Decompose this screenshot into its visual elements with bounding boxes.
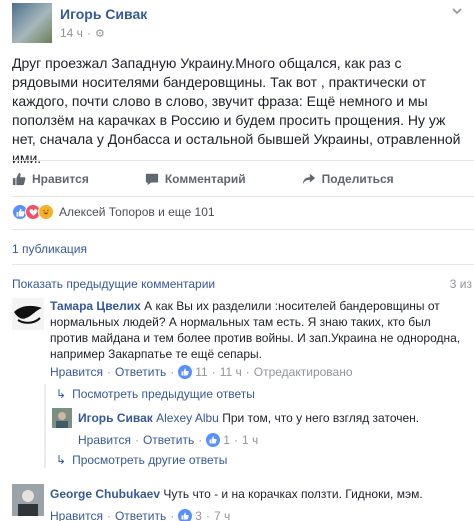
commenter-avatar[interactable] bbox=[12, 298, 44, 330]
publications-link[interactable]: 1 публикация bbox=[12, 242, 87, 256]
reply-time[interactable]: 1 ч bbox=[242, 432, 258, 448]
haha-reaction-icon bbox=[38, 204, 54, 220]
thumbs-up-icon bbox=[12, 172, 26, 186]
reply-likes-count: 1 bbox=[223, 433, 230, 447]
reply-reply-link[interactable]: Ответить bbox=[143, 432, 194, 448]
like-icon bbox=[206, 433, 221, 447]
share-button[interactable]: Поделиться bbox=[302, 172, 394, 186]
privacy-gear-icon[interactable]: ⚙ bbox=[95, 27, 105, 40]
comment-like-link[interactable]: Нравится bbox=[50, 364, 103, 380]
reply-like-link[interactable]: Нравится bbox=[78, 432, 131, 448]
reactions-summary[interactable]: Алексей Топоров и еще 101 bbox=[12, 204, 215, 220]
view-previous-replies[interactable]: ↳ Посмотреть предыдущие ответы bbox=[56, 387, 255, 401]
comment-edited[interactable]: Отредактировано bbox=[254, 364, 353, 380]
divider bbox=[12, 196, 474, 197]
comment-actions: Нравится · Ответить · 11 · 11 ч · Отреда… bbox=[50, 364, 353, 380]
reactions-names[interactable]: Алексей Топоров и еще 101 bbox=[59, 205, 215, 219]
comment-reply-link[interactable]: Ответить bbox=[115, 508, 166, 521]
comment-text: Чуть что - и на корачках ползти. Гидноки… bbox=[163, 487, 423, 501]
comment-time[interactable]: 11 ч bbox=[220, 364, 242, 380]
post-text: Друг проезжал Западную Украину.Много общ… bbox=[12, 55, 461, 166]
comment-author[interactable]: George Chubukaev bbox=[50, 487, 160, 501]
post-header: Игорь Сивак 14 ч · ⚙ bbox=[12, 2, 147, 44]
comment-button[interactable]: Комментарий bbox=[145, 172, 246, 186]
comment-icon bbox=[145, 173, 158, 186]
reply-author[interactable]: Игорь Сивак bbox=[78, 411, 153, 425]
comment-likes-count: 11 bbox=[195, 365, 208, 379]
reply-likes-badge[interactable]: 1 bbox=[206, 432, 230, 448]
view-other-replies-label: Просмотреть другие ответы bbox=[72, 453, 228, 467]
comment-like-link[interactable]: Нравится bbox=[50, 508, 103, 521]
comments-count: 3 из bbox=[449, 277, 472, 291]
commenter-avatar[interactable] bbox=[12, 484, 44, 516]
view-other-replies[interactable]: ↳ Просмотреть другие ответы bbox=[56, 453, 227, 467]
comment-likes-badge[interactable]: 3 bbox=[178, 508, 202, 521]
mentioned-user[interactable]: Alexey Albu bbox=[156, 411, 219, 425]
like-icon bbox=[178, 365, 193, 379]
comment-actions: Нравится · Ответить · 3 · 7 ч bbox=[50, 508, 470, 521]
post-actions: Нравится Комментарий Поделиться bbox=[12, 168, 450, 190]
show-previous-comments-link[interactable]: Показать предыдущие комментарии bbox=[12, 277, 215, 291]
reply-arrow-icon: ↳ bbox=[56, 387, 67, 401]
chevron-down-icon[interactable] bbox=[452, 6, 466, 20]
share-label: Поделиться bbox=[321, 172, 394, 186]
comment-author[interactable]: Тамара Цвелих bbox=[50, 299, 141, 313]
comment-likes-badge[interactable]: 11 bbox=[178, 364, 208, 380]
like-label: Нравится bbox=[32, 172, 89, 186]
reply-text: При том, что у него взгляд заточен. bbox=[222, 411, 420, 425]
share-icon bbox=[302, 173, 315, 185]
reply-actions: Нравится · Ответить · 1 · 1 ч bbox=[78, 432, 259, 448]
like-icon bbox=[178, 509, 193, 521]
comment-time[interactable]: 7 ч bbox=[214, 508, 230, 521]
reply-author-avatar[interactable] bbox=[52, 408, 72, 428]
divider bbox=[12, 160, 474, 161]
comment-label: Комментарий bbox=[164, 172, 246, 186]
post-time[interactable]: 14 ч bbox=[60, 26, 83, 40]
post-author-name[interactable]: Игорь Сивак bbox=[60, 6, 147, 22]
like-button[interactable]: Нравится bbox=[12, 172, 89, 186]
thread-line bbox=[44, 384, 46, 468]
author-avatar[interactable] bbox=[12, 3, 52, 43]
reply-arrow-icon: ↳ bbox=[56, 453, 67, 467]
post-meta: 14 ч · ⚙ bbox=[60, 26, 105, 40]
divider bbox=[12, 264, 474, 265]
divider bbox=[12, 229, 474, 230]
comment-likes-count: 3 bbox=[195, 509, 202, 521]
view-previous-replies-label: Посмотреть предыдущие ответы bbox=[72, 387, 255, 401]
comment-reply-link[interactable]: Ответить bbox=[115, 364, 166, 380]
